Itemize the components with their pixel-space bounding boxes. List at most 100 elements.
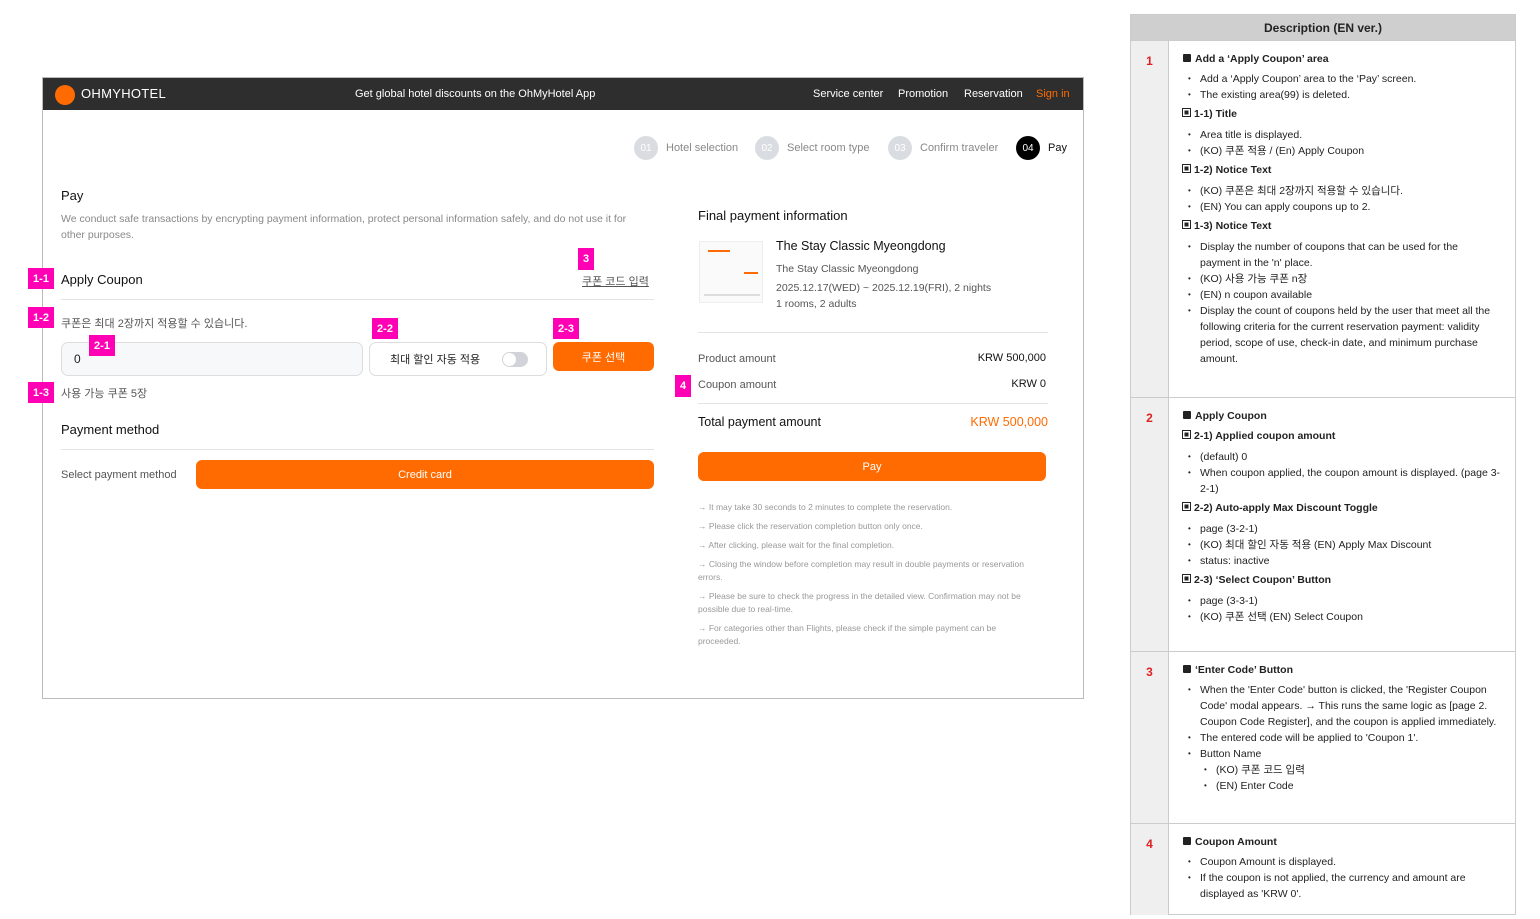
bullet-item: (EN) n coupon available (1183, 287, 1501, 303)
step-number: 01 (634, 136, 658, 160)
promo-banner[interactable]: Get global hotel discounts on the OhMyHo… (355, 88, 595, 100)
stay-dates: 2025.12.17(WED) ~ 2025.12.19(FRI), 2 nig… (776, 282, 992, 294)
hotel-subtitle: The Stay Classic Myeongdong (776, 263, 919, 275)
hotel-thumbnail (699, 241, 763, 303)
subsection-heading: 2-2) Auto-apply Max Discount Toggle (1182, 500, 1501, 516)
step-number: 04 (1016, 136, 1040, 160)
divider (61, 449, 654, 450)
bullet-item: Button Name (1183, 746, 1501, 762)
step-3: 03 Confirm traveler (888, 136, 998, 160)
logo-text[interactable]: OHMYHOTEL (81, 86, 166, 101)
nav-promotion[interactable]: Promotion (898, 88, 948, 100)
bullet-item: The entered code will be applied to 'Cou… (1183, 730, 1501, 746)
product-amount-value: KRW 500,000 (977, 352, 1046, 364)
bullet-item: (default) 0 (1183, 449, 1501, 465)
credit-card-button[interactable]: Credit card (196, 460, 654, 489)
annotation-2-3: 2-3 (553, 318, 579, 339)
description-section: 3 ‘Enter Code’ Button When the 'Enter Code… (1131, 651, 1515, 823)
auto-apply-toggle[interactable] (502, 352, 528, 367)
subsection-heading: 1-1) Title (1182, 106, 1501, 122)
step-label: Confirm traveler (920, 142, 999, 154)
pay-description: We conduct safe transactions by encrypti… (61, 213, 627, 241)
bullet-item: Area title is displayed. (1183, 127, 1501, 143)
step-label: Select room type (787, 142, 870, 154)
section-number: 4 (1131, 824, 1169, 915)
pay-title: Pay (61, 188, 84, 203)
divider (698, 403, 1048, 404)
payment-method-title: Payment method (61, 422, 160, 437)
total-value: KRW 500,000 (970, 415, 1048, 429)
auto-apply-max-discount[interactable]: 최대 할인 자동 적용 (369, 342, 547, 376)
bullet-item: Display the count of coupons held by the… (1183, 303, 1501, 367)
bullet-item: The existing area(99) is deleted. (1183, 87, 1501, 103)
select-coupon-button[interactable]: 쿠폰 선택 (553, 342, 654, 371)
section-number: 2 (1131, 398, 1169, 651)
sub-bullet-item: (EN) Enter Code (1183, 778, 1501, 794)
section-heading: Apply Coupon (1183, 408, 1501, 424)
description-section: 2 Apply Coupon 2-1) Applied coupon amount (… (1131, 397, 1515, 651)
bullet-item: When the 'Enter Code' button is clicked,… (1183, 682, 1501, 730)
step-1: 01 Hotel selection (634, 136, 738, 160)
annotation-2-1: 2-1 (89, 335, 115, 356)
divider (61, 299, 654, 300)
logo-icon (55, 85, 75, 105)
annotation-1-3: 1-3 (28, 382, 54, 403)
app-window: OHMYHOTEL Get global hotel discounts on … (42, 77, 1084, 699)
section-number: 3 (1131, 652, 1169, 823)
coupon-amount-label: Coupon amount (698, 379, 777, 391)
annotation-4: 4 (675, 375, 691, 397)
note: → Please be sure to check the progress i… (698, 591, 1021, 614)
bullet-item: When coupon applied, the coupon amount i… (1183, 465, 1501, 497)
description-section: 1Add a ‘Apply Coupon’ areaAdd a ‘Apply C… (1131, 40, 1515, 397)
note: → It may take 30 seconds to 2 minutes to… (698, 502, 953, 512)
description-title: Description (EN ver.) (1131, 15, 1515, 40)
pay-button[interactable]: Pay (698, 452, 1046, 481)
step-number: 02 (755, 136, 779, 160)
section-heading: Coupon Amount (1183, 834, 1501, 850)
divider (698, 332, 1048, 333)
coupon-notice: 쿠폰은 최대 2장까지 적용할 수 있습니다. (61, 318, 248, 330)
guests: 1 rooms, 2 adults (776, 298, 857, 310)
subsection-heading: 1-2) Notice Text (1182, 162, 1501, 178)
total-label: Total payment amount (698, 415, 821, 429)
annotation-2-2: 2-2 (372, 318, 398, 339)
section-number: 1 (1131, 41, 1169, 397)
section-body: ‘Enter Code’ Button When the 'Enter Code'… (1169, 652, 1515, 823)
bullet-item: (KO) 사용 가능 쿠폰 n장 (1183, 271, 1501, 287)
description-section: 4 Coupon Amount Coupon Amount is displayed… (1131, 823, 1515, 915)
annotation-1-1: 1-1 (28, 268, 54, 289)
top-nav-bar: OHMYHOTEL Get global hotel discounts on … (43, 78, 1083, 110)
bullet-item: Display the number of coupons that can b… (1183, 239, 1501, 271)
available-coupons-text: 사용 가능 쿠폰 5장 (61, 388, 148, 400)
step-number: 03 (888, 136, 912, 160)
apply-coupon-title: Apply Coupon (61, 272, 143, 287)
annotation-1-2: 1-2 (28, 307, 54, 328)
note: → Please click the reservation completio… (698, 521, 923, 531)
enter-code-link[interactable]: 쿠폰 코드 입력 (582, 273, 649, 289)
bullet-item: (KO) 쿠폰 적용 / (En) Apply Coupon (1183, 143, 1501, 159)
hotel-name: The Stay Classic Myeongdong (776, 239, 946, 253)
annotation-3: 3 (578, 248, 594, 270)
product-amount-label: Product amount (698, 353, 776, 365)
auto-apply-label: 최대 할인 자동 적용 (390, 354, 481, 366)
bullet-item: (EN) You can apply coupons up to 2. (1183, 199, 1501, 215)
subsection-heading: 2-1) Applied coupon amount (1182, 428, 1501, 444)
nav-service-center[interactable]: Service center (813, 88, 883, 100)
section-heading: ‘Enter Code’ Button (1183, 662, 1501, 678)
bullet-item: status: inactive (1183, 553, 1501, 569)
step-label: Pay (1048, 142, 1067, 154)
coupon-amount-value: KRW 0 (1011, 378, 1046, 390)
nav-reservation[interactable]: Reservation (964, 88, 1023, 100)
step-4-active: 04 Pay (1016, 136, 1067, 160)
bullet-item: (KO) 쿠폰 선택 (EN) Select Coupon (1183, 609, 1501, 625)
bullet-item: If the coupon is not applied, the curren… (1183, 870, 1501, 902)
sign-in-link[interactable]: Sign in (1036, 88, 1070, 100)
subsection-heading: 2-3) ‘Select Coupon’ Button (1182, 572, 1501, 588)
section-body: Coupon Amount Coupon Amount is displayed.… (1169, 824, 1515, 915)
note: → Closing the window before completion m… (698, 559, 1024, 582)
section-heading: Add a ‘Apply Coupon’ area (1183, 51, 1501, 67)
payment-method-label: Select payment method (61, 469, 177, 481)
note: → After clicking, please wait for the fi… (698, 540, 895, 550)
note: → For categories other than Flights, ple… (698, 623, 997, 646)
final-payment-title: Final payment information (698, 208, 848, 223)
